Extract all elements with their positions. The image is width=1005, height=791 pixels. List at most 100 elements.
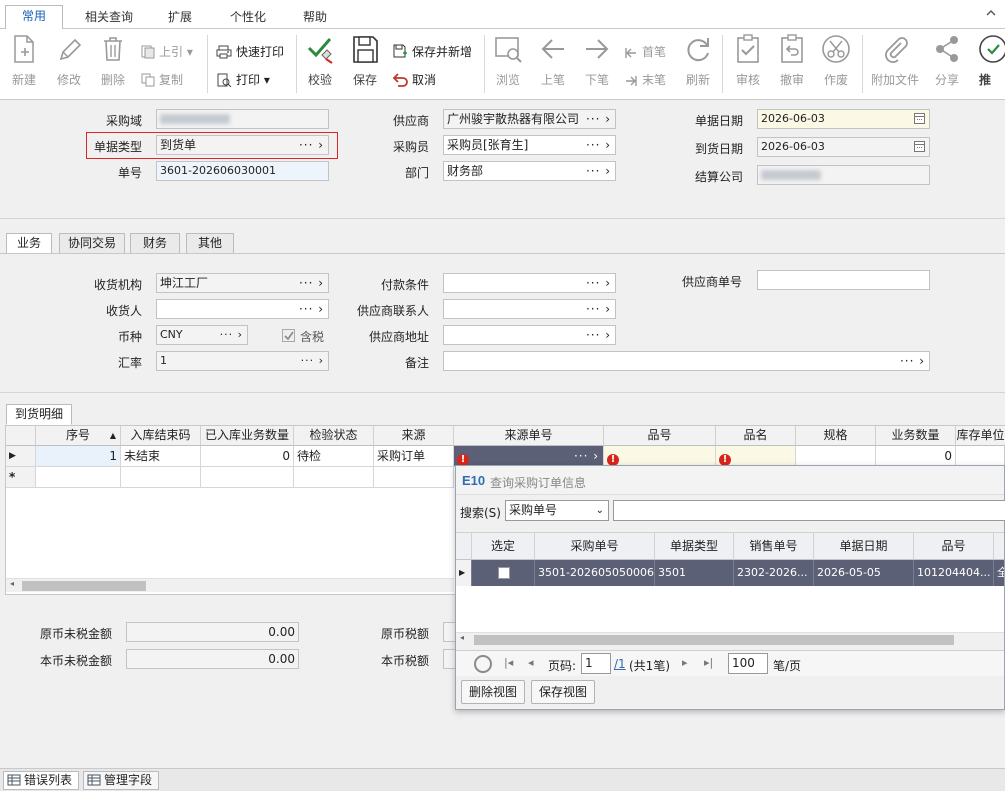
local-untaxed-field[interactable]: 0.00 bbox=[126, 649, 299, 669]
col-header-stock-unit[interactable]: 库存单位 bbox=[956, 426, 1005, 446]
lookup-ellipsis-icon[interactable]: ··· › bbox=[292, 136, 328, 154]
lookup-ellipsis-icon[interactable]: ··· › bbox=[579, 300, 615, 318]
tab-related-query[interactable]: 相关查询 bbox=[74, 7, 144, 29]
last-record-button[interactable]: 末笔 bbox=[624, 69, 666, 91]
first-record-button[interactable]: 首笔 bbox=[624, 41, 666, 63]
col-header-in-qty[interactable]: 已入库业务数量 bbox=[201, 426, 294, 446]
tab-business[interactable]: 业务 bbox=[6, 233, 52, 254]
check-button[interactable]: 校验 bbox=[300, 29, 340, 99]
tab-collab-trade[interactable]: 协同交易 bbox=[59, 233, 125, 254]
lookup-ellipsis-icon[interactable]: ··· › bbox=[579, 110, 615, 128]
scroll-left-icon[interactable]: ◂ bbox=[460, 633, 464, 642]
tab-help[interactable]: 帮助 bbox=[287, 7, 343, 29]
cell-source-no[interactable]: ! ··· › bbox=[454, 446, 604, 467]
col-header-spec[interactable]: 规格 bbox=[796, 426, 876, 446]
doc-no-field[interactable]: 3601-202606030001 bbox=[156, 161, 329, 181]
prev-page-icon[interactable]: ◂ bbox=[528, 656, 534, 669]
new-row-cell[interactable] bbox=[36, 467, 121, 488]
new-row-cell[interactable] bbox=[201, 467, 294, 488]
cell-spec[interactable] bbox=[796, 446, 876, 467]
browse-button[interactable]: 浏览 bbox=[488, 29, 528, 99]
dept-field[interactable]: 财务部 ··· › bbox=[443, 161, 616, 181]
quick-print-button[interactable]: 快速打印 bbox=[216, 41, 284, 63]
col-header-item-name[interactable]: 品名 bbox=[716, 426, 796, 446]
first-page-icon[interactable]: |◂ bbox=[504, 656, 513, 669]
row-pointer-icon[interactable]: ▶ bbox=[6, 446, 36, 467]
copy-button[interactable]: 复制 bbox=[141, 69, 183, 91]
purchase-domain-field[interactable] bbox=[156, 109, 329, 129]
col-header-source[interactable]: 来源 bbox=[374, 426, 454, 446]
cell-so-no[interactable]: 2302-2026... bbox=[734, 560, 814, 586]
payment-terms-field[interactable]: ··· › bbox=[443, 273, 616, 293]
buyer-field[interactable]: 采购员[张育生] ··· › bbox=[443, 135, 616, 155]
cell-source[interactable]: 采购订单 bbox=[374, 446, 454, 467]
page-total-link[interactable]: /1 bbox=[614, 657, 626, 671]
cell-seq[interactable]: 1 bbox=[36, 446, 121, 467]
delete-button[interactable]: 删除 bbox=[93, 29, 133, 99]
cell-doc-date[interactable]: 2026-05-05 bbox=[814, 560, 914, 586]
tab-arrival-detail[interactable]: 到货明细 bbox=[6, 404, 72, 425]
new-row-cell[interactable] bbox=[374, 467, 454, 488]
supplier-address-field[interactable]: ··· › bbox=[443, 325, 616, 345]
col-header-item-no[interactable]: 品号 bbox=[914, 533, 994, 560]
delete-view-button[interactable]: 删除视图 bbox=[461, 680, 525, 704]
refresh-button[interactable]: 刷新 bbox=[678, 29, 718, 99]
new-row-cell[interactable] bbox=[121, 467, 201, 488]
search-field-select[interactable]: 采购单号 ⌄ bbox=[505, 500, 609, 521]
lookup-ellipsis-icon[interactable]: ··· › bbox=[574, 446, 599, 466]
receiver-field[interactable]: ··· › bbox=[156, 299, 329, 319]
cell-in-qty[interactable]: 0 bbox=[201, 446, 294, 467]
new-button[interactable]: 新建 bbox=[4, 29, 44, 99]
attach-file-button[interactable]: 附加文件 bbox=[866, 29, 924, 99]
tab-finance[interactable]: 财务 bbox=[130, 233, 180, 254]
edit-button[interactable]: 修改 bbox=[49, 29, 89, 99]
col-header-item-no[interactable]: 品号 bbox=[604, 426, 716, 446]
cell-end-code[interactable]: 未结束 bbox=[121, 446, 201, 467]
lookup-ellipsis-icon[interactable]: ··· › bbox=[893, 352, 929, 370]
supplier-contact-field[interactable]: ··· › bbox=[443, 299, 616, 319]
cell-more[interactable]: 全 bbox=[994, 560, 1004, 586]
error-list-tab[interactable]: 错误列表 bbox=[3, 771, 80, 790]
lookup-ellipsis-icon[interactable]: ··· › bbox=[213, 326, 247, 344]
exchange-rate-field[interactable]: 1 ··· › bbox=[156, 351, 329, 371]
cancel-button[interactable]: 取消 bbox=[392, 69, 436, 91]
remark-field[interactable]: ··· › bbox=[443, 351, 930, 371]
tab-extend[interactable]: 扩展 bbox=[152, 7, 208, 29]
new-row-marker[interactable]: * bbox=[6, 467, 36, 488]
orig-untaxed-field[interactable]: 0.00 bbox=[126, 622, 299, 642]
lookup-ellipsis-icon[interactable]: ··· › bbox=[579, 274, 615, 292]
col-header-inspect[interactable]: 检验状态 bbox=[294, 426, 374, 446]
col-header-doc-date[interactable]: 单据日期 bbox=[814, 533, 914, 560]
col-header-po-no[interactable]: 采购单号 bbox=[535, 533, 655, 560]
arrival-date-field[interactable]: 2026-06-03 bbox=[757, 137, 930, 157]
prev-ref-button[interactable]: 上引 ▾ bbox=[141, 41, 193, 63]
prev-record-button[interactable]: 上笔 bbox=[533, 29, 573, 99]
page-input[interactable]: 1 bbox=[581, 653, 611, 674]
scrollbar-thumb[interactable] bbox=[22, 581, 146, 591]
col-header-seq[interactable]: 序号 ▲ bbox=[36, 426, 121, 446]
approve-button[interactable]: 审核 bbox=[728, 29, 768, 99]
cell-item-no[interactable]: ! bbox=[604, 446, 716, 467]
supplier-field[interactable]: 广州骏宇散热器有限公司 ··· › bbox=[443, 109, 616, 129]
lookup-ellipsis-icon[interactable]: ··· › bbox=[579, 326, 615, 344]
unapprove-button[interactable]: 撤审 bbox=[772, 29, 812, 99]
cell-item-name[interactable]: ! bbox=[716, 446, 796, 467]
new-row-cell[interactable] bbox=[294, 467, 374, 488]
refresh-circle-icon[interactable] bbox=[474, 655, 492, 673]
scroll-left-icon[interactable]: ◂ bbox=[10, 579, 14, 588]
push-button[interactable]: 推 bbox=[973, 29, 1005, 99]
lookup-ellipsis-icon[interactable]: ··· › bbox=[294, 352, 328, 370]
supplier-doc-no-field[interactable] bbox=[757, 270, 930, 290]
lookup-ellipsis-icon[interactable]: ··· › bbox=[579, 162, 615, 180]
doc-type-field[interactable]: 到货单 ··· › bbox=[156, 135, 329, 155]
doc-date-field[interactable]: 2026-06-03 bbox=[757, 109, 930, 129]
cell-inspect[interactable]: 待检 bbox=[294, 446, 374, 467]
grid-horizontal-scrollbar[interactable]: ◂ bbox=[6, 578, 454, 592]
settle-company-field[interactable] bbox=[757, 165, 930, 185]
search-input[interactable] bbox=[613, 500, 1005, 521]
lookup-ellipsis-icon[interactable]: ··· › bbox=[292, 274, 328, 292]
cell-doc-type[interactable]: 3501 bbox=[655, 560, 734, 586]
chevron-up-icon[interactable] bbox=[985, 7, 997, 19]
scrollbar-thumb[interactable] bbox=[474, 635, 954, 645]
save-button[interactable]: 保存 bbox=[344, 29, 386, 99]
